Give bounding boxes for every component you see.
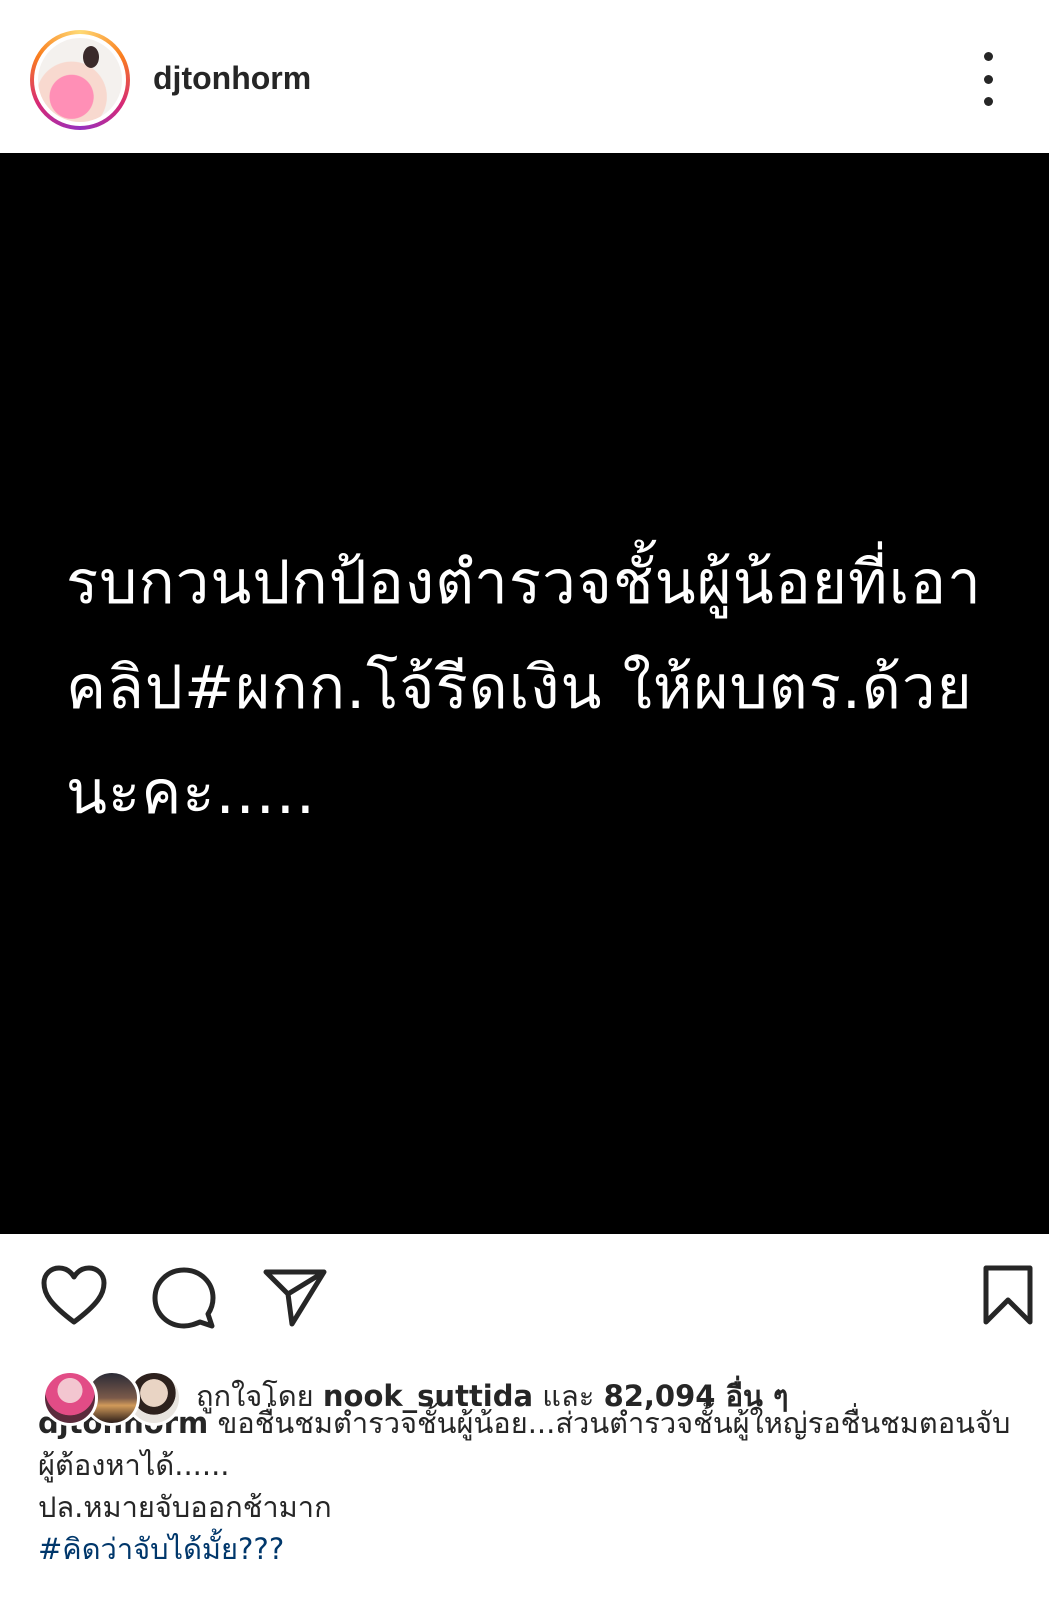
dot-icon	[983, 74, 993, 84]
avatar-inner	[34, 34, 126, 126]
post-image-line: คลิป#ผกก.โจ้รีดเงิน ให้ผบตร.ด้วย	[66, 653, 973, 723]
caption-line-2: ปล.หมายจับออกช้ามาก	[38, 1490, 332, 1524]
post-image-line: รบกวนปกป้องตำรวจชั้นผู้น้อยที่เอา	[66, 548, 982, 618]
caption-hashtag[interactable]: #คิดว่าจับได้มั้ย	[38, 1532, 238, 1566]
profile-avatar[interactable]	[30, 30, 130, 130]
post-username[interactable]: djtonhorm	[153, 56, 311, 100]
post-image-text: รบกวนปกป้องตำรวจชั้นผู้น้อยที่เอา คลิป#ผ…	[66, 531, 1026, 846]
action-bar	[0, 1234, 1049, 1344]
comment-icon[interactable]	[152, 1266, 216, 1330]
caption-line-3: #คิดว่าจับได้มั้ย???	[38, 1528, 1018, 1570]
liker-avatars[interactable]	[42, 1370, 182, 1428]
post-image-line: นะคะ.....	[66, 758, 316, 828]
bookmark-icon[interactable]	[982, 1264, 1034, 1326]
post-header: djtonhorm	[0, 0, 1049, 153]
dot-icon	[983, 97, 993, 106]
more-vertical-icon[interactable]	[970, 52, 1006, 106]
dot-icon	[983, 52, 993, 61]
send-icon[interactable]	[262, 1266, 328, 1328]
heart-icon[interactable]	[40, 1264, 108, 1326]
avatar-image	[38, 38, 122, 122]
caption-hashtag-suffix: ???	[238, 1532, 285, 1566]
liker-avatar	[42, 1370, 98, 1426]
caption-line-1: djtonhorm ขอชื่นชมตำรวจชั้นผู้น้อย...ส่ว…	[38, 1402, 1018, 1486]
post-caption: djtonhorm ขอชื่นชมตำรวจชั้นผู้น้อย...ส่ว…	[38, 1402, 1018, 1570]
post-image[interactable]: รบกวนปกป้องตำรวจชั้นผู้น้อยที่เอา คลิป#ผ…	[0, 153, 1049, 1234]
